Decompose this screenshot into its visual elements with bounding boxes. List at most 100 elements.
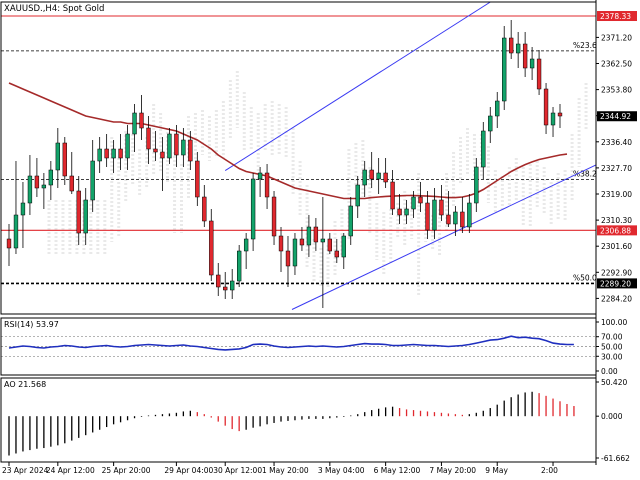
rsi-panel: 100.00 70.0050.0030.00 0.00 [1,318,627,376]
candle-body [125,133,130,159]
candle-body [425,202,430,231]
rsi-label: RSI(14) 53.97 [4,320,59,329]
candle [515,32,521,68]
candle [146,116,151,164]
candle-body [90,160,95,201]
candle [48,161,54,200]
candle [425,191,430,239]
candle-body [355,184,360,207]
candle [34,158,40,197]
candle [488,107,493,143]
ao-tick-label: 50.420 [601,378,627,387]
candle-body [27,175,33,204]
channel-line [224,1,491,172]
candle-body [313,226,319,243]
candle-body [481,130,486,168]
candle-body [460,211,465,228]
price-tick-label: 2292.90 [601,268,632,277]
candle-body [522,43,528,69]
candle-body [299,238,305,246]
candle-body [104,148,109,159]
candle [522,32,528,77]
candle-body [167,133,172,159]
rsi-line [8,335,574,351]
candle-body [41,184,47,189]
rsi-tick-label: 30.00 [601,352,623,361]
time-tick-label: 6 May 12:00 [374,466,421,475]
candle-body [529,58,535,69]
candle [271,191,277,245]
time-tick-label: 7 May 20:00 [429,466,476,475]
candle-body [6,238,12,249]
candle-body [181,139,186,156]
candle-body [69,175,74,192]
candle-body [257,172,263,180]
candle-body [320,238,326,243]
candle [550,107,556,137]
candle-body [132,112,137,135]
price-tick-label: 2362.50 [601,60,632,69]
candle-body [223,286,228,291]
rsi-tick-label: 100.00 [601,318,627,327]
candle [20,182,26,248]
candle-body [174,133,179,156]
fib-label: %23.6 [573,41,597,50]
candle-body [62,142,67,177]
candle-body [439,199,444,216]
candle-body [202,196,207,222]
rsi-tick-label: 50.00 [601,343,623,352]
price-tag-label: 2344.92 [600,112,631,121]
candle [292,233,298,275]
candle [202,185,207,227]
candle [132,104,137,152]
price-tick-label: 2310.30 [601,216,632,225]
channel-line [291,164,597,310]
candle [502,26,507,110]
candle [536,50,542,95]
rsi-tick-label: 70.00 [601,333,623,342]
candle-body [139,112,144,129]
candle [390,170,395,215]
candle [97,137,102,173]
candle-body [83,199,88,234]
candle [439,185,444,221]
panel-frame [0,377,597,463]
ao-label: AO 21.568 [4,380,46,389]
candle [383,158,388,188]
candle [341,233,346,269]
candle-body [383,172,388,183]
candle [230,269,235,299]
price-tag-label: 2289.20 [600,279,631,288]
candle-body [348,205,353,237]
candle-body [188,139,193,162]
candle [543,83,549,134]
price-tick-label: 2371.20 [601,33,632,42]
candle-body [243,238,249,252]
candle-body [515,43,521,54]
candle-body [292,238,298,267]
ichimoku-cloud [47,71,588,296]
candle-body [418,196,423,204]
candle-body [160,151,165,159]
candle-body [432,199,437,231]
candle [362,161,367,197]
ao-tick-label: -61.662 [601,454,630,463]
price-tick-label: 2319.00 [601,190,632,199]
candle [236,245,242,287]
candle-body [236,250,242,282]
candle-body [495,100,500,117]
candle [509,20,514,59]
candle [250,173,256,251]
candle [209,209,214,281]
candle-body [285,250,291,267]
candle [467,194,472,233]
candle-body [446,214,451,225]
candle [62,137,67,185]
candle [369,152,374,188]
candle [257,167,263,197]
candle [285,236,291,287]
candle-body [111,148,116,159]
candle-body [362,169,367,186]
candle-body [97,148,102,162]
candle [104,134,109,167]
